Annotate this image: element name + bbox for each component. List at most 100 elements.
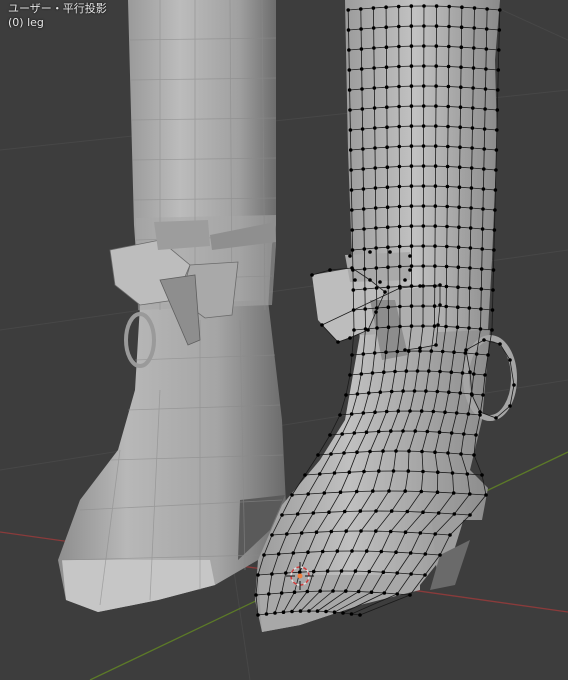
mesh-vertex[interactable] [372, 46, 376, 50]
mesh-vertex[interactable] [423, 552, 428, 556]
mesh-vertex[interactable] [486, 353, 490, 357]
mesh-vertex[interactable] [360, 87, 364, 91]
mesh-vertex[interactable] [374, 266, 379, 270]
mesh-vertex[interactable] [279, 591, 284, 595]
mesh-vertex[interactable] [490, 328, 494, 332]
mesh-vertex[interactable] [306, 550, 310, 554]
mesh-vertex[interactable] [381, 570, 386, 574]
mesh-vertex[interactable] [434, 24, 439, 28]
mesh-vertex[interactable] [403, 530, 408, 534]
mesh-vertex[interactable] [386, 285, 391, 290]
mesh-vertex[interactable] [349, 168, 353, 172]
mesh-vertex[interactable] [434, 4, 439, 8]
mesh-vertex[interactable] [421, 469, 425, 474]
mesh-vertex[interactable] [314, 530, 319, 534]
mesh-vertex[interactable] [362, 469, 366, 474]
mesh-vertex[interactable] [479, 267, 484, 271]
mesh-vertex[interactable] [349, 412, 354, 416]
mesh-vertex[interactable] [496, 68, 501, 72]
mesh-vertex[interactable] [444, 284, 449, 289]
mesh-vertex[interactable] [462, 432, 466, 436]
mesh-vertex[interactable] [446, 144, 450, 149]
mesh-vertex[interactable] [495, 108, 500, 112]
mesh-vertex[interactable] [384, 350, 388, 355]
mesh-vertex[interactable] [387, 489, 391, 493]
mesh-vertex[interactable] [463, 351, 468, 355]
mesh-vertex[interactable] [409, 164, 414, 168]
mesh-vertex[interactable] [480, 247, 485, 251]
mesh-vertex[interactable] [373, 126, 377, 130]
mesh-vertex[interactable] [346, 28, 351, 32]
mesh-vertex[interactable] [397, 44, 401, 49]
mesh-vertex[interactable] [395, 571, 400, 575]
mesh-vertex[interactable] [452, 350, 456, 355]
mesh-vertex[interactable] [465, 472, 470, 476]
mesh-vertex[interactable] [356, 589, 361, 594]
mesh-vertex[interactable] [347, 470, 352, 475]
mesh-vertex[interactable] [329, 452, 333, 456]
mesh-vertex[interactable] [484, 67, 488, 71]
mesh-vertex[interactable] [418, 284, 422, 288]
mesh-vertex[interactable] [373, 206, 378, 210]
mesh-vertex[interactable] [397, 104, 401, 109]
mesh-vertex[interactable] [385, 225, 390, 229]
mesh-vertex[interactable] [285, 532, 289, 536]
mesh-vertex[interactable] [406, 469, 411, 473]
mesh-vertex[interactable] [418, 531, 423, 535]
mesh-vertex[interactable] [382, 370, 386, 375]
mesh-vertex[interactable] [434, 343, 438, 347]
mesh-vertex[interactable] [371, 6, 376, 10]
mesh-vertex[interactable] [367, 569, 372, 574]
mesh-vertex[interactable] [374, 286, 379, 290]
mesh-vertex[interactable] [303, 473, 307, 477]
3d-viewport[interactable]: ユーザー・平行投影 (0) leg [0, 0, 568, 680]
mesh-vertex[interactable] [469, 166, 474, 170]
mesh-vertex[interactable] [350, 248, 355, 252]
mesh-vertex[interactable] [446, 124, 450, 129]
mesh-vertex[interactable] [484, 27, 489, 31]
mesh-vertex[interactable] [444, 264, 449, 269]
mesh-vertex[interactable] [401, 389, 405, 393]
mesh-vertex[interactable] [429, 349, 434, 353]
mesh-vertex[interactable] [388, 529, 393, 534]
mesh-vertex[interactable] [472, 372, 476, 376]
mesh-vertex[interactable] [458, 125, 463, 129]
mesh-vertex[interactable] [328, 268, 332, 272]
mesh-vertex[interactable] [456, 285, 460, 290]
mesh-vertex[interactable] [350, 549, 354, 553]
mesh-vertex[interactable] [379, 549, 384, 554]
mesh-vertex[interactable] [315, 609, 320, 613]
mesh-vertex[interactable] [437, 430, 442, 435]
mesh-vertex[interactable] [421, 204, 426, 208]
mesh-vertex[interactable] [409, 84, 414, 88]
mesh-vertex[interactable] [421, 84, 426, 88]
mesh-vertex[interactable] [421, 284, 425, 288]
mesh-vertex[interactable] [264, 612, 269, 616]
mesh-vertex[interactable] [433, 450, 437, 455]
mesh-vertex[interactable] [397, 24, 401, 29]
mesh-vertex[interactable] [324, 609, 328, 614]
mesh-vertex[interactable] [262, 553, 266, 557]
mesh-vertex[interactable] [483, 373, 487, 377]
mesh-vertex[interactable] [385, 205, 390, 209]
mesh-vertex[interactable] [403, 348, 407, 352]
mesh-vertex[interactable] [396, 4, 401, 9]
mesh-vertex[interactable] [352, 328, 356, 332]
mesh-vertex[interactable] [389, 509, 394, 513]
mesh-vertex[interactable] [470, 393, 474, 397]
mesh-vertex[interactable] [497, 48, 501, 52]
mesh-vertex[interactable] [350, 208, 354, 212]
mesh-vertex[interactable] [355, 392, 360, 396]
mesh-vertex[interactable] [497, 28, 502, 32]
mesh-vertex[interactable] [433, 264, 437, 268]
mesh-vertex[interactable] [447, 44, 451, 49]
mesh-vertex[interactable] [398, 264, 402, 269]
mesh-vertex[interactable] [409, 184, 414, 188]
mesh-vertex[interactable] [445, 204, 450, 209]
mesh-vertex[interactable] [362, 247, 367, 251]
mesh-vertex[interactable] [344, 393, 348, 397]
mesh-vertex[interactable] [318, 472, 322, 476]
mesh-vertex[interactable] [471, 66, 476, 70]
mesh-vertex[interactable] [385, 125, 389, 129]
mesh-vertex[interactable] [373, 166, 378, 170]
